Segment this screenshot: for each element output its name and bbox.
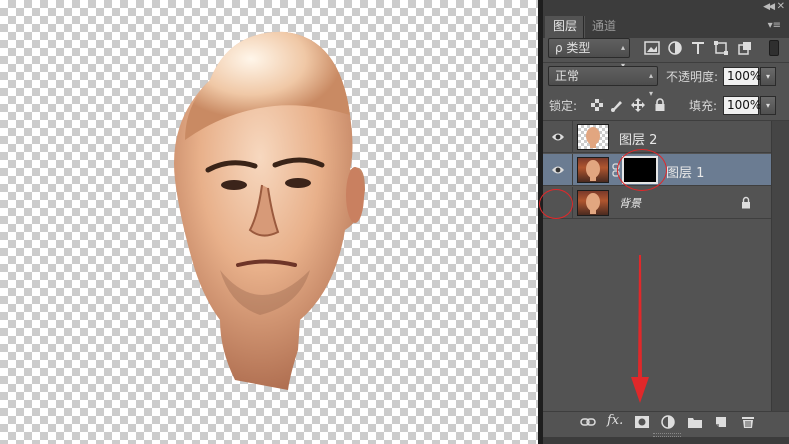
layer-name[interactable]: 图层 1 bbox=[666, 162, 704, 181]
smart-object-filter-icon[interactable] bbox=[737, 41, 753, 55]
layers-panel: ◀◀ ✕ 图层 通道 ▾≡ ρ 类型 ▴▾ 正常 ▴▾ 不透明度: 100% ▾… bbox=[543, 0, 789, 444]
lock-icon bbox=[742, 196, 750, 209]
fx-icon[interactable]: fx. bbox=[607, 413, 623, 428]
add-mask-icon[interactable] bbox=[634, 415, 650, 429]
visibility-toggle[interactable] bbox=[543, 154, 573, 186]
tab-channels[interactable]: 通道 bbox=[583, 16, 624, 38]
lock-position-icon[interactable] bbox=[631, 98, 645, 112]
divider bbox=[543, 62, 789, 63]
face-image bbox=[174, 31, 365, 391]
type-filter-icon[interactable] bbox=[690, 41, 706, 55]
fill-label: 填充: bbox=[689, 99, 718, 113]
layer-name[interactable]: 背景 bbox=[619, 195, 641, 211]
opacity-label: 不透明度: bbox=[666, 70, 719, 84]
pixel-filter-icon[interactable] bbox=[644, 41, 660, 55]
shape-filter-icon[interactable] bbox=[713, 41, 729, 55]
canvas[interactable] bbox=[0, 0, 538, 444]
lock-transparent-pixels-icon[interactable] bbox=[590, 98, 604, 112]
adjustment-layer-icon[interactable] bbox=[660, 415, 676, 429]
new-layer-icon[interactable] bbox=[713, 415, 729, 429]
layer-thumbnail[interactable] bbox=[577, 190, 609, 216]
fill-input[interactable]: 100% bbox=[723, 96, 761, 115]
annotation-circle-mask bbox=[617, 149, 667, 191]
lock-image-pixels-icon[interactable] bbox=[610, 98, 624, 112]
layer-thumbnail[interactable] bbox=[577, 157, 609, 183]
new-group-icon[interactable] bbox=[687, 415, 703, 429]
layer-thumbnail[interactable] bbox=[577, 124, 609, 150]
annotation-arrow-icon bbox=[631, 255, 649, 403]
panel-footer bbox=[543, 437, 789, 444]
eye-icon bbox=[552, 166, 564, 174]
lock-label: 锁定: bbox=[549, 99, 578, 113]
lock-all-icon[interactable] bbox=[653, 98, 667, 112]
layer-name[interactable]: 图层 2 bbox=[619, 129, 657, 148]
filter-dropdown[interactable]: ρ 类型 ▴▾ bbox=[548, 38, 630, 70]
face-thumbnail-icon bbox=[586, 193, 600, 214]
tab-layers[interactable]: 图层 bbox=[545, 16, 586, 38]
fill-dropdown-arrow-icon[interactable]: ▾ bbox=[760, 96, 776, 115]
blend-mode-value: 正常 bbox=[555, 69, 580, 83]
panel-header: ◀◀ ✕ bbox=[543, 0, 789, 16]
adjustment-filter-icon[interactable] bbox=[667, 41, 683, 55]
link-layers-icon[interactable] bbox=[580, 415, 596, 429]
panel-menu-icon[interactable]: ▾≡ bbox=[768, 20, 781, 31]
filter-dropdown-label: ρ 类型 bbox=[555, 41, 591, 55]
annotation-circle-visibility bbox=[539, 189, 573, 219]
eye-icon bbox=[552, 133, 564, 141]
blend-mode-dropdown[interactable]: 正常 ▴ ▾ bbox=[548, 66, 658, 98]
panel-tabbar: 图层 通道 ▾≡ bbox=[543, 16, 789, 38]
trash-icon[interactable] bbox=[740, 415, 756, 429]
scrollbar[interactable] bbox=[771, 121, 789, 411]
opacity-input[interactable]: 100% bbox=[723, 67, 761, 86]
close-icon[interactable]: ✕ bbox=[777, 1, 785, 12]
opacity-dropdown-arrow-icon[interactable]: ▾ bbox=[760, 67, 776, 86]
layer-row[interactable]: 图层 2 bbox=[543, 121, 771, 153]
face-thumbnail-icon bbox=[586, 160, 600, 181]
layer-row-background[interactable]: 背景 bbox=[543, 187, 771, 219]
collapse-icon[interactable]: ◀◀ bbox=[763, 2, 775, 12]
visibility-toggle[interactable] bbox=[543, 121, 573, 153]
face-thumbnail-icon bbox=[586, 127, 600, 148]
filter-toggle[interactable] bbox=[769, 40, 779, 56]
